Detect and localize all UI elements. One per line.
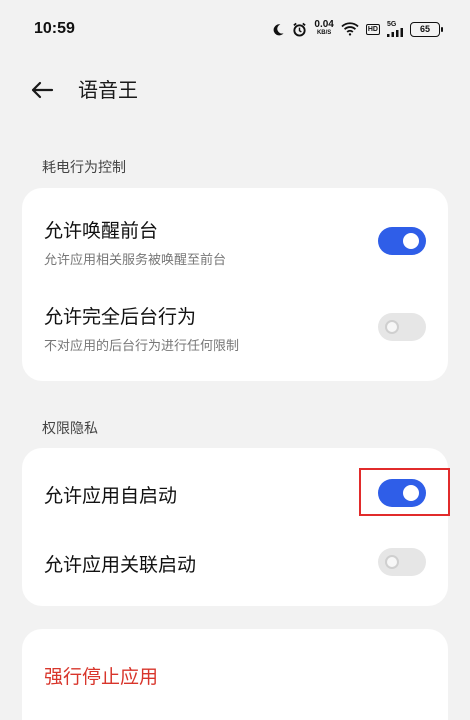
- status-time: 10:59: [34, 20, 75, 37]
- moon-icon: [272, 23, 285, 36]
- status-bar: 10:59 0.04 KB/S HD 5G 65: [0, 0, 470, 58]
- force-stop-card: 强行停止应用: [22, 629, 448, 720]
- toggle-knob: [403, 233, 419, 249]
- force-stop-button[interactable]: 强行停止应用: [44, 662, 158, 689]
- back-arrow-icon[interactable]: [28, 76, 56, 104]
- network-speed-unit: KB/S: [316, 30, 332, 36]
- full-background-toggle[interactable]: [378, 313, 426, 341]
- setting-subtitle: 允许应用相关服务被唤醒至前台: [44, 253, 227, 268]
- network-speed-value: 0.04: [314, 19, 334, 30]
- alarm-clock-icon: [292, 22, 307, 37]
- setting-title: 允许应用关联启动: [44, 554, 197, 576]
- network-type: 5G: [387, 21, 397, 28]
- setting-row-wake-foreground[interactable]: 允许唤醒前台 允许应用相关服务被唤醒至前台: [22, 188, 448, 284]
- signal-5g-icon: 5G: [387, 21, 403, 37]
- app-header: 语音王: [0, 68, 470, 112]
- setting-title: 允许完全后台行为: [44, 306, 197, 328]
- toggle-knob: [385, 555, 399, 569]
- section-label-privacy: 权限隐私: [42, 421, 98, 437]
- battery-indicator: 65: [410, 21, 443, 37]
- power-settings-card: 允许唤醒前台 允许应用相关服务被唤醒至前台 允许完全后台行为 不对应用的后台行为…: [22, 188, 448, 381]
- wifi-icon: [341, 22, 359, 36]
- associated-start-toggle[interactable]: [378, 548, 426, 576]
- network-speed: 0.04 KB/S: [314, 19, 334, 37]
- setting-title: 允许应用自启动: [44, 485, 178, 507]
- toggle-knob: [385, 320, 399, 334]
- highlight-box: [359, 468, 450, 516]
- setting-row-associated-start[interactable]: 允许应用关联启动: [22, 528, 448, 606]
- page-title: 语音王: [78, 78, 138, 102]
- hd-icon: HD: [365, 23, 380, 35]
- setting-title: 允许唤醒前台: [44, 220, 159, 242]
- section-label-power: 耗电行为控制: [42, 160, 126, 176]
- setting-subtitle: 不对应用的后台行为进行任何限制: [44, 339, 240, 354]
- status-icons: 0.04 KB/S HD 5G 65: [272, 19, 443, 37]
- wake-foreground-toggle[interactable]: [378, 227, 426, 255]
- setting-row-full-background[interactable]: 允许完全后台行为 不对应用的后台行为进行任何限制: [22, 284, 448, 381]
